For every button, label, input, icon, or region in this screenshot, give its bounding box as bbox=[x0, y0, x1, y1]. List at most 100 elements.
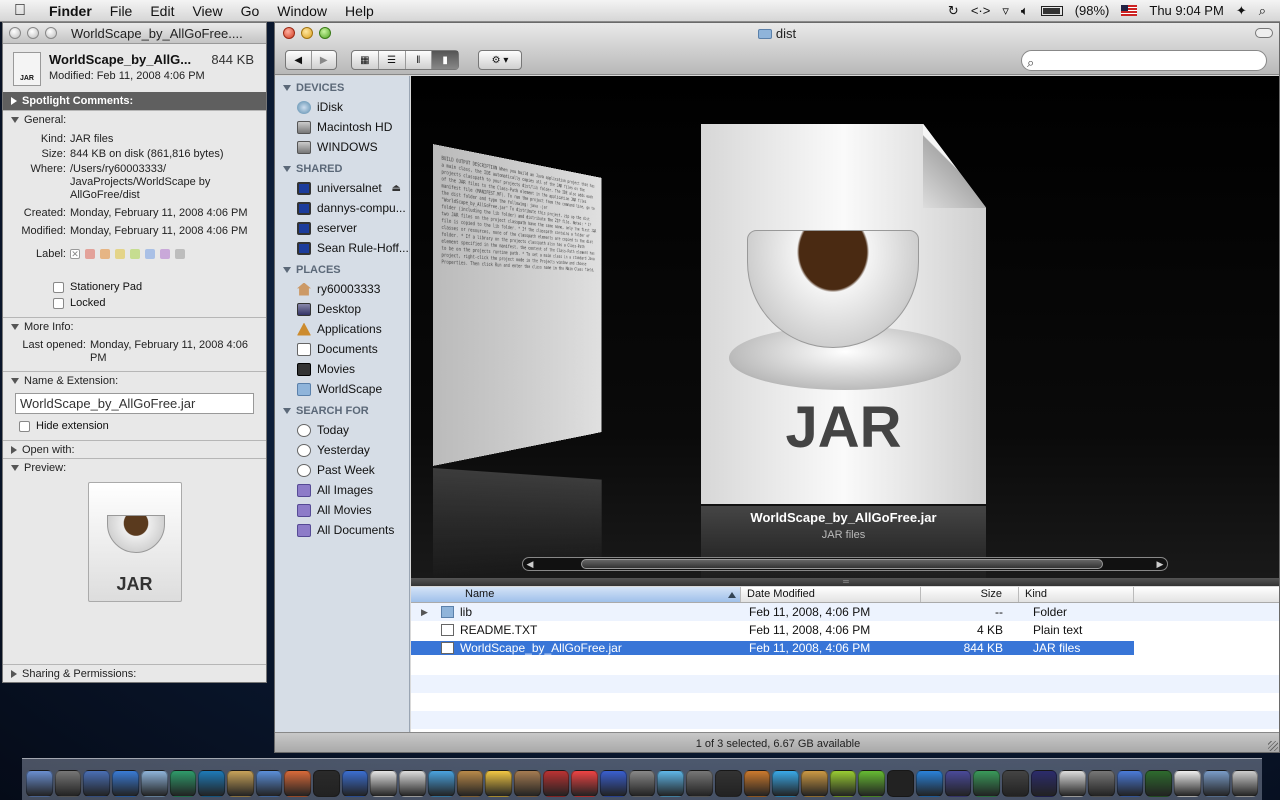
locked-checkbox[interactable] bbox=[53, 298, 64, 309]
coverflow-scrollbar[interactable]: ◀ ▶ bbox=[522, 557, 1168, 571]
dock-app-icon[interactable] bbox=[801, 770, 828, 797]
table-row-selected[interactable]: WorldScape_by_AllGoFree.jar Feb 11, 2008… bbox=[411, 639, 1280, 657]
menu-window[interactable]: Window bbox=[268, 0, 336, 22]
forward-button[interactable]: ▶ bbox=[312, 51, 337, 69]
icon-view-button[interactable]: ▦ bbox=[352, 51, 379, 69]
time-machine-icon[interactable]: ↻ bbox=[948, 3, 959, 19]
dock-app-icon[interactable] bbox=[1088, 770, 1115, 797]
battery-icon[interactable] bbox=[1041, 6, 1063, 16]
disclosure-triangle-icon[interactable]: ▶ bbox=[421, 607, 435, 618]
menu-edit[interactable]: Edit bbox=[141, 0, 183, 22]
sidebar-header-places[interactable]: PLACES bbox=[275, 258, 409, 279]
sidebar-item-macintosh-hd[interactable]: Macintosh HD bbox=[275, 117, 409, 137]
dock-app-icon[interactable] bbox=[55, 770, 82, 797]
sidebar-item-all-movies[interactable]: All Movies bbox=[275, 500, 409, 520]
eject-icon[interactable]: ⏏ bbox=[392, 183, 401, 194]
coverflow-view-button[interactable]: ▮ bbox=[432, 51, 458, 69]
dock-app-icon[interactable] bbox=[830, 770, 857, 797]
dock-app-icon[interactable] bbox=[629, 770, 656, 797]
sidebar-item-sean-rule-hoff[interactable]: Sean Rule-Hoff... bbox=[275, 238, 409, 258]
column-date-modified[interactable]: Date Modified bbox=[741, 587, 921, 602]
dock-app-icon[interactable] bbox=[772, 770, 799, 797]
dock-app-icon[interactable] bbox=[715, 770, 742, 797]
stationery-checkbox-row[interactable]: Stationery Pad bbox=[3, 279, 266, 295]
label-orange[interactable] bbox=[100, 249, 110, 259]
dock-app-icon[interactable] bbox=[198, 770, 225, 797]
dock-app-icon[interactable] bbox=[313, 770, 340, 797]
spotlight-icon[interactable]: ⌕ bbox=[1259, 3, 1266, 19]
label-blue[interactable] bbox=[145, 249, 155, 259]
dock-app-icon[interactable] bbox=[657, 770, 684, 797]
sidebar-item-movies[interactable]: Movies bbox=[275, 359, 409, 379]
column-size[interactable]: Size bbox=[921, 587, 1019, 602]
dock-app-icon[interactable] bbox=[1031, 770, 1058, 797]
dock-app-icon[interactable] bbox=[744, 770, 771, 797]
dock-app-icon[interactable] bbox=[887, 770, 914, 797]
dock-app-icon[interactable] bbox=[1232, 770, 1259, 797]
remote-icon[interactable]: <·> bbox=[971, 3, 991, 18]
name-extension-header[interactable]: Name & Extension: bbox=[3, 371, 266, 389]
jar-coverflow-item[interactable]: JAR bbox=[701, 124, 986, 504]
dock-app-icon[interactable] bbox=[1174, 770, 1201, 797]
sidebar-item-windows[interactable]: WINDOWS bbox=[275, 137, 409, 157]
menu-view[interactable]: View bbox=[183, 0, 231, 22]
sidebar-item-all-images[interactable]: All Images bbox=[275, 480, 409, 500]
toolbar-toggle-button[interactable] bbox=[1255, 28, 1273, 38]
dock-app-icon[interactable] bbox=[543, 770, 570, 797]
minimize-button[interactable] bbox=[27, 27, 39, 39]
dock-app-icon[interactable] bbox=[399, 770, 426, 797]
coverflow-resize-handle[interactable]: ═ bbox=[411, 578, 1280, 586]
scroll-thumb[interactable] bbox=[581, 559, 1103, 569]
general-header[interactable]: General: bbox=[3, 110, 266, 128]
table-row[interactable]: README.TXT Feb 11, 2008, 4:06 PM 4 KB Pl… bbox=[411, 621, 1280, 639]
dock-app-icon[interactable] bbox=[342, 770, 369, 797]
action-menu-button[interactable]: ⚙ ▾ bbox=[478, 50, 522, 70]
dock-app-icon[interactable] bbox=[571, 770, 598, 797]
menu-app-name[interactable]: Finder bbox=[40, 0, 101, 22]
search-input[interactable]: ⌕ bbox=[1021, 50, 1267, 71]
list-view-button[interactable]: ☰ bbox=[379, 51, 406, 69]
hide-extension-row[interactable]: Hide extension bbox=[3, 418, 266, 434]
stationery-checkbox[interactable] bbox=[53, 282, 64, 293]
preview-header[interactable]: Preview: bbox=[3, 458, 266, 476]
zoom-button[interactable] bbox=[45, 27, 57, 39]
dock-app-icon[interactable] bbox=[686, 770, 713, 797]
apple-menu-icon[interactable]:  bbox=[0, 2, 40, 20]
more-info-header[interactable]: More Info: bbox=[3, 317, 266, 335]
close-button[interactable] bbox=[9, 27, 21, 39]
battery-percent[interactable]: (98%) bbox=[1075, 3, 1110, 18]
sidebar-header-devices[interactable]: DEVICES bbox=[275, 76, 409, 97]
sidebar-item-documents[interactable]: Documents bbox=[275, 339, 409, 359]
sidebar-item-yesterday[interactable]: Yesterday bbox=[275, 440, 409, 460]
resize-grip-icon[interactable] bbox=[1268, 741, 1278, 751]
sidebar-item-eserver[interactable]: eserver bbox=[275, 218, 409, 238]
dock-app-icon[interactable] bbox=[1002, 770, 1029, 797]
dock-app-icon[interactable] bbox=[973, 770, 1000, 797]
coverflow-area[interactable]: BUILD OUTPUT DESCRIPTION When you build … bbox=[411, 76, 1280, 586]
sidebar-item-universalnet[interactable]: universalnet ⏏ bbox=[275, 178, 409, 198]
label-yellow[interactable] bbox=[115, 249, 125, 259]
volume-icon[interactable]: 🔈︎ bbox=[1021, 3, 1029, 19]
info-titlebar[interactable]: WorldScape_by_AllGoFree.... bbox=[3, 23, 266, 44]
sidebar-item-past-week[interactable]: Past Week bbox=[275, 460, 409, 480]
menu-file[interactable]: File bbox=[101, 0, 142, 22]
menu-clock[interactable]: Thu 9:04 PM bbox=[1149, 3, 1223, 18]
dock-app-icon[interactable] bbox=[1117, 770, 1144, 797]
dock-app-icon[interactable] bbox=[370, 770, 397, 797]
open-with-header[interactable]: Open with: bbox=[3, 440, 266, 458]
menu-go[interactable]: Go bbox=[232, 0, 269, 22]
label-gray[interactable] bbox=[175, 249, 185, 259]
sidebar-item-all-documents[interactable]: All Documents bbox=[275, 520, 409, 540]
sidebar-header-shared[interactable]: SHARED bbox=[275, 157, 409, 178]
label-purple[interactable] bbox=[160, 249, 170, 259]
spotlight-comments-header[interactable]: Spotlight Comments: bbox=[3, 92, 266, 110]
dock-app-icon[interactable] bbox=[428, 770, 455, 797]
dock-app-icon[interactable] bbox=[945, 770, 972, 797]
readme-coverflow-item[interactable]: BUILD OUTPUT DESCRIPTION When you build … bbox=[433, 144, 602, 466]
sidebar-item-idisk[interactable]: iDisk bbox=[275, 97, 409, 117]
column-name[interactable]: Name bbox=[411, 587, 741, 602]
dock-app-icon[interactable] bbox=[1059, 770, 1086, 797]
input-flag-icon[interactable] bbox=[1121, 5, 1137, 16]
dock-app-icon[interactable] bbox=[26, 770, 53, 797]
dock-app-icon[interactable] bbox=[284, 770, 311, 797]
